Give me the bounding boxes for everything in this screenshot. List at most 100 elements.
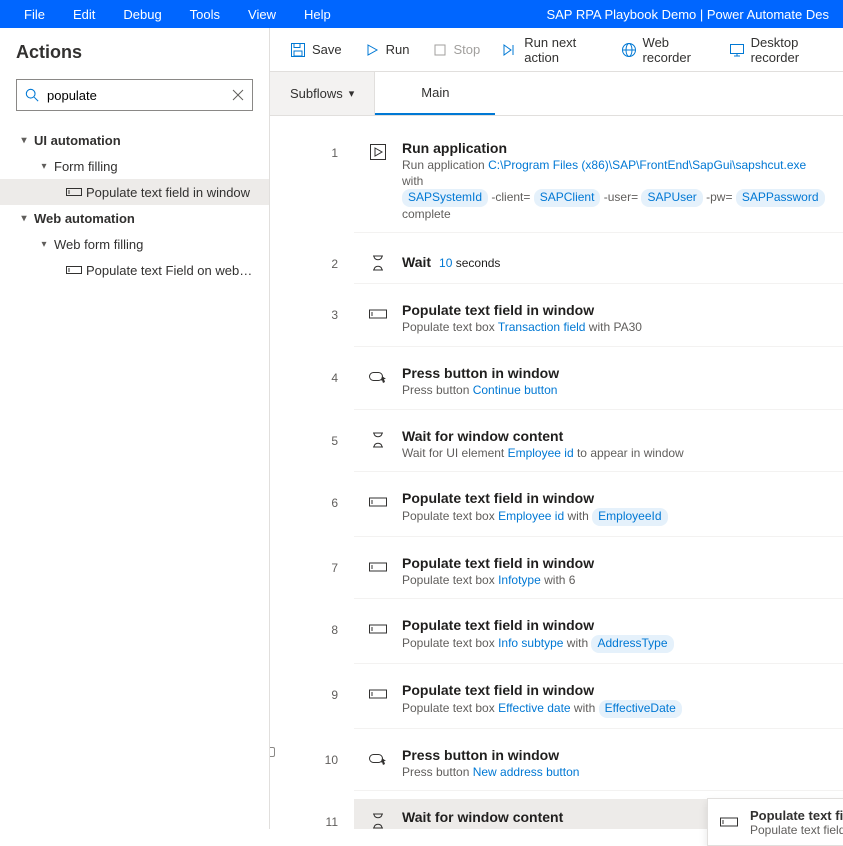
menu-view[interactable]: View [234,7,290,22]
drag-card-title: Populate text field in window [750,808,843,823]
chevron-down-icon: ▾ [349,87,355,100]
step-desc-part: with [563,636,591,650]
play-icon [364,42,380,58]
tab-label: Main [421,85,449,100]
flow-area: 1Run applicationRun application C:\Progr… [270,116,843,829]
step-card[interactable]: Populate text field in windowPopulate te… [354,480,843,537]
step-row[interactable]: 5Wait for window contentWait for UI elem… [270,414,843,477]
tab-main[interactable]: Main [375,72,495,115]
step-number: 4 [270,351,354,385]
step-title: Populate text field in window [402,617,829,633]
menu-debug[interactable]: Debug [109,7,175,22]
step-desc-part: Run application [402,158,488,172]
step-row[interactable]: 4 Press button in window Press button Cont… [270,351,843,414]
step-row[interactable]: 9Populate text field in windowPopulate t… [270,668,843,733]
drag-preview-card: Populate text field in window Populate t… [707,798,843,846]
step-desc-part: EmployeeId [592,508,667,526]
tree-populate-web[interactable]: Populate text Field on web… [0,257,269,283]
step-row[interactable]: 2Wait10 seconds [270,237,843,288]
step-number: 5 [270,414,354,448]
step-title: Press button in window [402,365,829,381]
actions-search[interactable] [16,79,253,111]
step-number: 7 [270,541,354,575]
textfield-icon [64,186,84,198]
desktop-recorder-button[interactable]: Desktop recorder [719,29,843,71]
run-button[interactable]: Run [354,36,420,64]
actions-search-input[interactable] [47,80,224,110]
step-card[interactable]: Press button in windowPress button New a… [354,737,843,792]
step-desc-part: SAPUser [641,189,702,207]
menu-edit[interactable]: Edit [59,7,109,22]
tree-web-automation[interactable]: ▾ Web automation [0,205,269,231]
step-card[interactable]: Wait10 seconds [354,241,843,284]
desktop-recorder-label: Desktop recorder [751,35,833,65]
menu-file[interactable]: File [10,7,59,22]
button-icon [368,749,388,769]
step-desc-part: 10 [439,256,452,270]
stop-icon [432,42,448,58]
actions-tree: ▾ UI automation ▾ Form filling Populate … [0,119,269,283]
step-desc-part: with [564,509,592,523]
step-desc-part: Info subtype [498,636,563,650]
step-desc: Press button Continue button [402,383,829,399]
subflows-dropdown[interactable]: Subflows ▾ [270,72,375,115]
step-card[interactable]: Populate text field in window Populate te… [354,607,843,664]
step-desc: Populate text box Employee id with Emplo… [402,508,829,526]
step-row[interactable]: 10Press button in windowPress button New… [270,733,843,796]
step-number: 10 [270,733,354,767]
step-card[interactable]: Populate text field in windowPopulate te… [354,672,843,729]
stop-label: Stop [454,42,481,57]
tree-form-filling[interactable]: ▾ Form filling [0,153,269,179]
run-next-button[interactable]: Run next action [492,29,608,71]
tree-web-form-filling[interactable]: ▾ Web form filling [0,231,269,257]
step-number: 9 [270,668,354,702]
textfield-icon [368,557,388,577]
step-card[interactable]: Populate text field in windowPopulate te… [354,292,843,347]
step-desc: Populate text box Infotype with 6 [402,573,829,589]
textfield-icon [368,304,388,324]
step-desc: Wait for UI element Employee id to appea… [402,446,829,462]
step-desc-part: Populate text box [402,573,498,587]
step-row[interactable]: 8Populate text field in windowPopulate t… [270,603,843,668]
step-desc-part: SAPPassword [736,189,825,207]
subflows-label: Subflows [290,86,343,101]
step-desc-part: SAPClient [534,189,601,207]
step-number: 1 [270,126,354,160]
step-row[interactable]: 1Run applicationRun application C:\Progr… [270,126,843,237]
textfield-icon [368,619,388,639]
menu-help[interactable]: Help [290,7,345,22]
step-card[interactable]: Wait for window contentWait for UI eleme… [354,418,843,473]
step-desc-part: Populate text box [402,636,498,650]
splitter-handle[interactable] [270,747,275,757]
step-desc-part: Populate text box [402,320,498,334]
menu-tools[interactable]: Tools [176,7,234,22]
step-title: Press button in window [402,747,829,763]
chevron-down-icon: ▾ [14,135,34,146]
main-area: Save Run Stop Run next action Web record… [270,28,843,829]
toolbar: Save Run Stop Run next action Web record… [270,28,843,72]
tree-label: Form filling [54,159,118,174]
step-card[interactable]: Press button in window Press button Conti… [354,355,843,410]
step-desc-part: -pw= [703,190,736,204]
step-desc: Populate text box Effective date with Ef… [402,700,829,718]
step-desc: Populate text box Transaction field with… [402,320,829,336]
clear-icon[interactable] [224,89,252,101]
textfield-icon [368,492,388,512]
tree-ui-automation[interactable]: ▾ UI automation [0,127,269,153]
tree-populate-text-field[interactable]: Populate text field in window [0,179,269,205]
step-desc-part: Transaction field [498,320,586,334]
step-row[interactable]: 3Populate text field in windowPopulate t… [270,288,843,351]
step-card[interactable]: Populate text field in windowPopulate te… [354,545,843,600]
step-desc-part: Populate text box [402,701,498,715]
step-desc-part: seconds [452,256,500,270]
web-recorder-button[interactable]: Web recorder [611,29,717,71]
step-row[interactable]: 6Populate text field in windowPopulate t… [270,476,843,541]
step-row[interactable]: 7Populate text field in windowPopulate t… [270,541,843,604]
step-desc: Run application C:\Program Files (x86)\S… [402,158,829,222]
save-button[interactable]: Save [280,36,352,64]
step-card[interactable]: Run applicationRun application C:\Progra… [354,130,843,233]
step-desc-part: C:\Program Files (x86)\SAP\FrontEnd\SapG… [488,158,806,172]
globe-icon [621,42,637,58]
actions-header: Actions [0,28,269,71]
stop-button[interactable]: Stop [422,36,491,64]
